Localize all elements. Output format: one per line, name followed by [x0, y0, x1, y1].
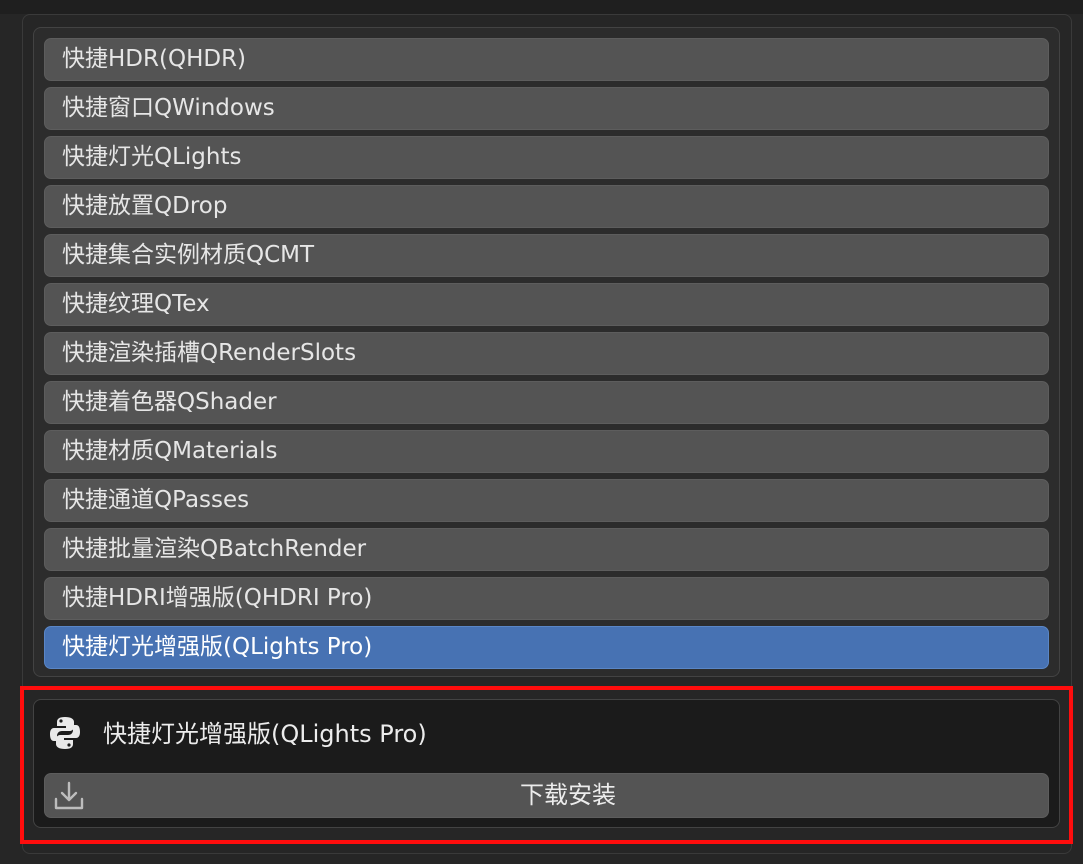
list-item-qmaterials[interactable]: 快捷材质QMaterials [44, 430, 1049, 473]
list-item-qhdri-pro[interactable]: 快捷HDRI增强版(QHDRI Pro) [44, 577, 1049, 620]
top-strip [0, 0, 1083, 14]
list-item-qlights[interactable]: 快捷灯光QLights [44, 136, 1049, 179]
list-item-qhdr[interactable]: 快捷HDR(QHDR) [44, 38, 1049, 81]
list-item-qlights-pro[interactable]: 快捷灯光增强版(QLights Pro) [44, 626, 1049, 669]
list-item-qwindows[interactable]: 快捷窗口QWindows [44, 87, 1049, 130]
list-item-qshader[interactable]: 快捷着色器QShader [44, 381, 1049, 424]
list-item-qcmt[interactable]: 快捷集合实例材质QCMT [44, 234, 1049, 277]
list-item-qpasses[interactable]: 快捷通道QPasses [44, 479, 1049, 522]
list-item-qrenderslots[interactable]: 快捷渲染插槽QRenderSlots [44, 332, 1049, 375]
list-item-qbatchrender[interactable]: 快捷批量渲染QBatchRender [44, 528, 1049, 571]
list-item-qdrop[interactable]: 快捷放置QDrop [44, 185, 1049, 228]
list-item-qtex[interactable]: 快捷纹理QTex [44, 283, 1049, 326]
highlight-box [20, 686, 1073, 844]
